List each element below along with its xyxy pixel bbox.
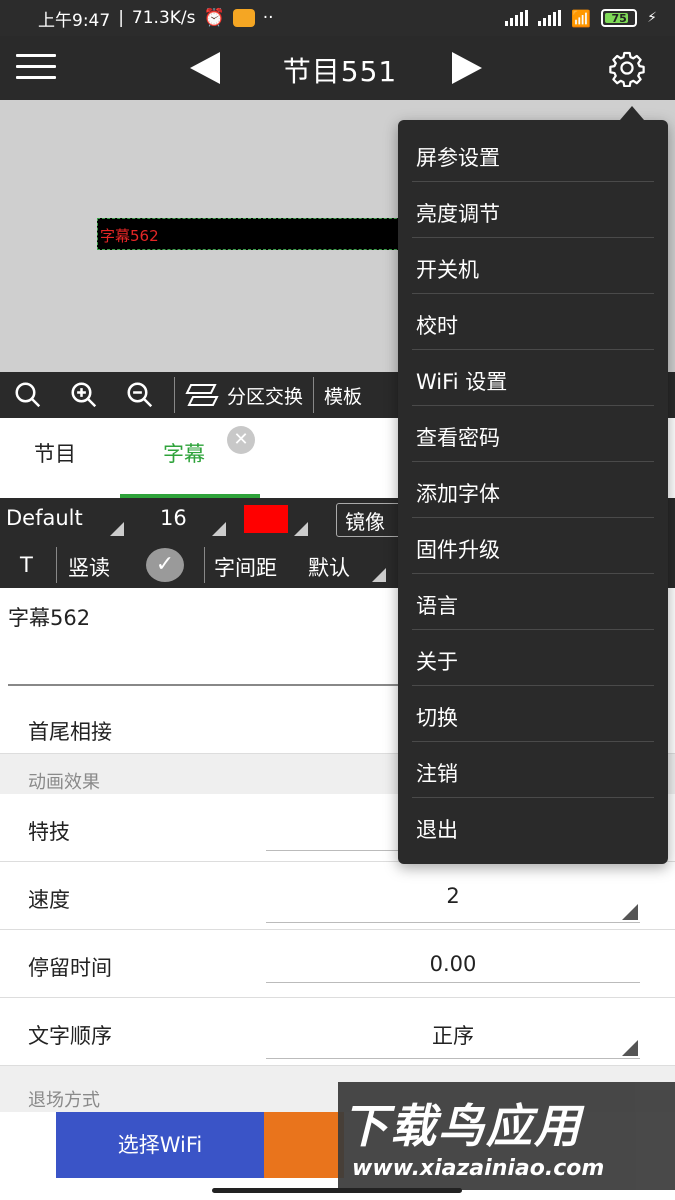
charging-icon: ⚡ <box>647 10 657 26</box>
search-icon[interactable] <box>0 372 56 418</box>
font-dropdown-icon <box>110 522 124 536</box>
tab-caption[interactable]: 字幕 <box>163 438 205 468</box>
signal-icon <box>505 10 529 26</box>
battery-icon: 75 <box>601 9 638 27</box>
dwell-time-input[interactable]: 0.00 <box>266 952 640 976</box>
font-family-select[interactable]: Default <box>6 506 83 530</box>
caption-text-content: 字幕562 <box>8 606 91 630</box>
font-family-value: Default <box>6 506 83 530</box>
text-order-label: 文字顺序 <box>28 1024 112 1048</box>
home-indicator[interactable] <box>212 1188 462 1193</box>
watermark-title: 下载鸟应用 <box>342 1099 582 1153</box>
template-label: 模板 <box>324 385 363 408</box>
vertical-reading-label: 竖读 <box>68 556 110 580</box>
menu-item-about[interactable]: 关于 <box>398 630 668 686</box>
input-underline <box>8 684 408 686</box>
field-underline <box>266 1058 640 1059</box>
menu-item-language[interactable]: 语言 <box>398 574 668 630</box>
menu-item-switch[interactable]: 切换 <box>398 686 668 742</box>
field-underline <box>266 982 640 983</box>
partition-swap-label: 分区交换 <box>227 385 304 408</box>
spacing-dropdown-icon <box>372 568 386 582</box>
previous-program-arrow-icon[interactable] <box>190 52 220 84</box>
mirror-label: 镜像 <box>345 510 385 534</box>
swap-icon <box>185 384 219 406</box>
head-tail-connect-label: 首尾相接 <box>28 720 112 744</box>
wifi-icon: 📶 <box>571 8 592 28</box>
menu-item-firmware-upgrade[interactable]: 固件升级 <box>398 518 668 574</box>
options-divider <box>56 547 57 583</box>
settings-dropdown-menu: 屏参设置 亮度调节 开关机 校时 WiFi 设置 查看密码 添加字体 固件升级 … <box>398 106 668 864</box>
options-divider <box>204 547 205 583</box>
menu-item-logout[interactable]: 注销 <box>398 742 668 798</box>
partition-swap-button[interactable]: 分区交换 <box>181 381 307 409</box>
watermark-url: www.xiazainiao.com <box>352 1156 605 1181</box>
tab-program[interactable]: 节目 <box>34 438 76 468</box>
alarm-icon: ⏰ <box>203 8 225 28</box>
speed-select[interactable]: 2 <box>266 884 640 908</box>
menu-item-wifi-settings[interactable]: WiFi 设置 <box>398 350 668 406</box>
char-spacing-select[interactable]: 默认 <box>308 552 350 582</box>
orange-action-button[interactable] <box>264 1112 344 1178</box>
font-color-swatch[interactable] <box>244 505 288 533</box>
app-bar: 节目551 <box>0 36 675 100</box>
zoom-out-icon[interactable] <box>112 372 168 418</box>
menu-item-time-sync[interactable]: 校时 <box>398 294 668 350</box>
template-button[interactable]: 模板 <box>320 382 366 409</box>
char-spacing-value: 默认 <box>308 556 350 580</box>
toolbar-divider <box>313 377 315 413</box>
network-speed: 71.3K/s <box>131 8 196 28</box>
page-title: 节目551 <box>282 55 398 88</box>
status-bar: 上午9:47 | 71.3K/s ⏰ ·· 📶 75 ⚡ <box>0 0 675 36</box>
field-underline <box>266 922 640 923</box>
char-spacing-label: 字间距 <box>214 556 277 580</box>
order-dropdown-icon <box>622 1040 638 1056</box>
gear-icon[interactable] <box>608 49 646 87</box>
text-order-row: 文字顺序 正序 <box>0 998 675 1066</box>
speed-dropdown-icon <box>622 904 638 920</box>
menu-icon[interactable] <box>16 54 56 82</box>
vertical-reading-check-icon[interactable]: ✓ <box>146 548 184 582</box>
font-size-select[interactable]: 16 <box>160 506 187 530</box>
signal-hd-icon <box>538 10 562 26</box>
more-notifications-icon: ·· <box>262 8 274 28</box>
close-tab-icon[interactable]: ✕ <box>227 426 255 454</box>
dwell-time-row: 停留时间 0.00 <box>0 930 675 998</box>
text-order-select[interactable]: 正序 <box>266 1020 640 1050</box>
toolbar-divider <box>174 377 175 413</box>
menu-item-power[interactable]: 开关机 <box>398 238 668 294</box>
next-program-arrow-icon[interactable] <box>452 52 482 84</box>
speed-label: 速度 <box>28 888 70 912</box>
status-time: 上午9:47 <box>38 10 111 31</box>
menu-item-exit[interactable]: 退出 <box>398 798 668 854</box>
speed-row: 速度 2 <box>0 862 675 930</box>
menu-item-brightness[interactable]: 亮度调节 <box>398 182 668 238</box>
watermark-logo: 下载鸟应用 www.xiazainiao.com <box>338 1082 675 1190</box>
caption-preview-text: 字幕562 <box>100 227 159 245</box>
color-dropdown-icon <box>294 522 308 536</box>
menu-item-screen-params[interactable]: 屏参设置 <box>398 126 668 182</box>
effect-label: 特技 <box>28 820 70 844</box>
notification-app-icon <box>232 9 255 27</box>
dwell-time-label: 停留时间 <box>28 956 112 980</box>
menu-item-add-font[interactable]: 添加字体 <box>398 462 668 518</box>
font-size-value: 16 <box>160 506 187 530</box>
zoom-in-icon[interactable] <box>56 372 112 418</box>
size-dropdown-icon <box>212 522 226 536</box>
text-style-button[interactable]: T <box>20 553 33 577</box>
select-wifi-button[interactable]: 选择WiFi <box>56 1112 264 1178</box>
caption-preview-box[interactable]: 字幕562 <box>97 218 417 250</box>
menu-item-view-password[interactable]: 查看密码 <box>398 406 668 462</box>
